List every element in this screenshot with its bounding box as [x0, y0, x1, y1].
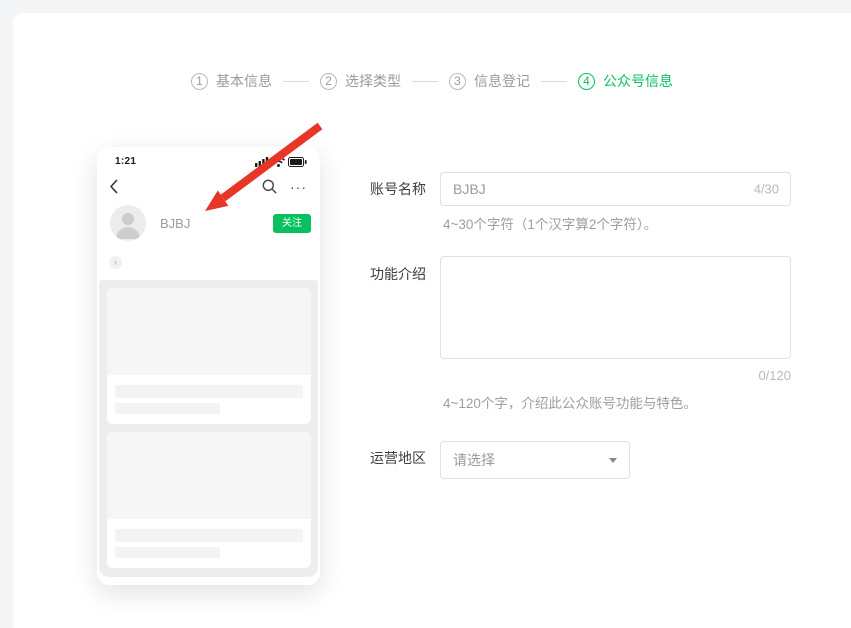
title-placeholder: [115, 385, 303, 398]
status-icons: [255, 157, 307, 167]
follow-button: 关注: [273, 214, 311, 233]
expand-row: ›: [97, 241, 320, 270]
stepper-connector: [541, 81, 567, 82]
step-label: 基本信息: [216, 71, 272, 91]
search-icon: [262, 179, 277, 194]
region-select[interactable]: 请选择: [440, 441, 630, 479]
stepper-step-info-registration: 3 信息登记: [449, 71, 530, 91]
main-card: 1 基本信息 2 选择类型 3 信息登记 4 公众号信息 1:21: [13, 13, 851, 628]
stepper-step-select-type: 2 选择类型: [320, 71, 401, 91]
chevron-down-icon: [609, 458, 617, 463]
stepper-connector: [283, 81, 309, 82]
intro-textarea[interactable]: [440, 256, 791, 359]
account-name-label: 账号名称: [370, 172, 440, 206]
article-feed-placeholder: [99, 280, 318, 577]
phone-nav-bar: ···: [97, 167, 320, 194]
account-info-form: 账号名称 4/30 4~30个字符（1个汉字算2个字符）。 功能介绍 0/120…: [370, 172, 791, 479]
chevron-right-icon: ›: [109, 256, 122, 269]
subtitle-placeholder: [115, 547, 220, 558]
stepper-connector: [412, 81, 438, 82]
intro-input-wrap: 0/120: [440, 256, 791, 383]
intro-label: 功能介绍: [370, 256, 440, 383]
region-select-value: 请选择: [453, 450, 495, 470]
account-name-input-wrap: 4/30: [440, 172, 791, 206]
step-number-badge: 2: [320, 73, 337, 90]
step-label: 信息登记: [474, 71, 530, 91]
account-name-row: 账号名称 4/30: [370, 172, 791, 206]
region-label: 运营地区: [370, 441, 440, 479]
step-number-badge: 3: [449, 73, 466, 90]
more-options-icon: ···: [290, 182, 307, 192]
person-silhouette-icon: [110, 205, 146, 241]
step-number-badge: 4: [578, 73, 595, 90]
article-card-placeholder: [107, 432, 311, 568]
account-profile-row: BJBJ 关注: [97, 194, 320, 241]
image-placeholder: [107, 432, 311, 519]
account-name-hint: 4~30个字符（1个汉字算2个字符）。: [370, 213, 791, 233]
phone-preview: 1:21: [97, 147, 320, 585]
subtitle-placeholder: [115, 403, 220, 414]
phone-status-bar: 1:21: [97, 147, 320, 167]
intro-counter: 0/120: [440, 368, 791, 383]
intro-row: 功能介绍 0/120: [370, 256, 791, 383]
wifi-icon: [272, 157, 285, 167]
stepper-step-account-info-active: 4 公众号信息: [578, 71, 673, 91]
cellular-signal-icon: [255, 157, 269, 167]
battery-icon: [288, 157, 307, 167]
step-label: 选择类型: [345, 71, 401, 91]
account-name-preview: BJBJ: [160, 216, 273, 231]
step-number-badge: 1: [191, 73, 208, 90]
region-row: 运营地区 请选择: [370, 441, 791, 479]
stepper-step-basic-info: 1 基本信息: [191, 71, 272, 91]
article-card-placeholder: [107, 288, 311, 424]
back-chevron-icon: [109, 179, 118, 194]
account-name-input[interactable]: [440, 172, 791, 206]
intro-hint: 4~120个字，介绍此公众账号功能与特色。: [370, 392, 791, 412]
status-time: 1:21: [115, 156, 136, 167]
account-name-counter: 4/30: [754, 182, 779, 197]
step-label: 公众号信息: [603, 71, 673, 91]
image-placeholder: [107, 288, 311, 375]
title-placeholder: [115, 529, 303, 542]
registration-stepper: 1 基本信息 2 选择类型 3 信息登记 4 公众号信息: [13, 71, 851, 91]
avatar: [110, 205, 146, 241]
